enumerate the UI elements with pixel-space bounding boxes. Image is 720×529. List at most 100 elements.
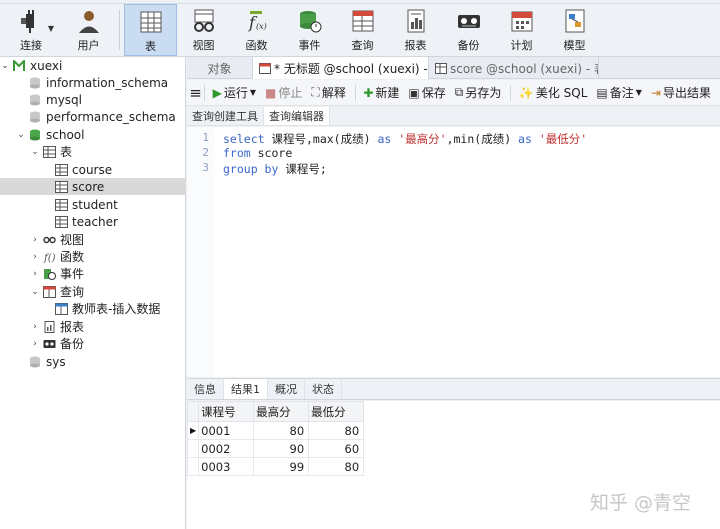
menu-icon[interactable]: ≡	[187, 84, 204, 102]
chevron-down-icon[interactable]: ⌄	[0, 61, 10, 71]
table-cell[interactable]: 80	[308, 457, 365, 476]
database-label: information_schema	[46, 75, 169, 90]
tab-objects[interactable]: 对象	[187, 57, 253, 79]
run-button[interactable]: ▶ 运行 ▼	[213, 84, 256, 101]
sql-text: 课程号,max(成绩)	[264, 132, 378, 146]
sql-editor[interactable]: 1 2 3 select 课程号,max(成绩) as '最高分',min(成绩…	[187, 127, 720, 377]
model-button[interactable]: 模型	[548, 4, 601, 56]
tree-db-mysql[interactable]: mysql	[0, 91, 186, 108]
chevron-right-icon[interactable]: ›	[30, 322, 40, 332]
report-button[interactable]: 报表	[389, 4, 442, 56]
tree-reports-folder[interactable]: › 报表	[0, 318, 186, 335]
tab-query-editor[interactable]: 查询编辑器	[264, 107, 330, 125]
tree-queries-folder[interactable]: ⌄ 查询	[0, 283, 186, 300]
table-row[interactable]: 0002 90 60	[186, 439, 365, 458]
chevron-right-icon[interactable]: ›	[30, 269, 40, 279]
tree-db-school[interactable]: ⌄ school	[0, 126, 186, 143]
tree-table-course[interactable]: course	[0, 161, 186, 178]
tree-db-information-schema[interactable]: information_schema	[0, 74, 186, 91]
table-button[interactable]: 表	[124, 4, 177, 56]
tab-untitled-query[interactable]: * 无标题 @school (xuexi) - 查...	[253, 57, 429, 79]
table-row[interactable]: ▶ 0001 80 80	[186, 421, 365, 440]
table-cell[interactable]: 80	[308, 421, 365, 440]
tab-result-1[interactable]: 结果1	[224, 379, 268, 399]
chevron-down-icon[interactable]: ⌄	[30, 147, 40, 157]
tab-status[interactable]: 状态	[305, 379, 342, 399]
tree-connection-xuexi[interactable]: ⌄ xuexi	[0, 57, 186, 74]
table-cell[interactable]: 0001	[198, 421, 255, 440]
table-row[interactable]: 0003 99 80	[186, 457, 365, 476]
chevron-down-icon[interactable]: ⌄	[30, 287, 40, 297]
chevron-right-icon[interactable]: ›	[30, 235, 40, 245]
table-cell[interactable]: 0003	[198, 457, 255, 476]
tree-tables-folder[interactable]: ⌄ 表	[0, 143, 186, 160]
wand-icon: ✨	[518, 85, 534, 100]
new-button[interactable]: ✚ 新建	[363, 84, 399, 101]
column-header[interactable]: 课程号	[198, 401, 255, 422]
column-header[interactable]: 最高分	[253, 401, 310, 422]
event-button[interactable]: 事件	[283, 4, 336, 56]
chevron-down-icon[interactable]: ▼	[48, 24, 54, 33]
tree-table-score[interactable]: score	[0, 178, 186, 195]
export-results-button[interactable]: ⇥ 导出结果	[651, 84, 711, 101]
function-label: 函数	[245, 39, 268, 52]
watermark-text: 知乎 @青空	[590, 492, 692, 514]
save-label: 保存	[421, 86, 446, 100]
table-icon	[55, 163, 68, 176]
query-icon	[43, 285, 56, 298]
chevron-right-icon[interactable]: ›	[30, 252, 40, 262]
save-button[interactable]: ▣ 保存	[408, 84, 445, 101]
tree-db-performance-schema[interactable]: performance_schema	[0, 108, 186, 125]
tab-score-table[interactable]: score @school (xuexi) - 表	[429, 57, 599, 79]
table-label: score	[72, 179, 105, 194]
sql-keyword: as	[518, 132, 532, 146]
stop-button[interactable]: ■ 停止	[265, 84, 302, 101]
query-button[interactable]: 查询	[336, 4, 389, 56]
table-icon	[55, 215, 68, 228]
connect-button[interactable]: 连接 ▼	[0, 4, 62, 56]
view-button[interactable]: 视图	[177, 4, 230, 56]
save-as-button[interactable]: ⧉ 另存为	[455, 84, 502, 101]
toolbar-divider	[204, 84, 205, 101]
backup-button[interactable]: 备份	[442, 4, 495, 56]
tree-functions-folder[interactable]: › f() 函数	[0, 248, 186, 265]
events-folder-label: 事件	[60, 267, 85, 281]
current-row-icon: ▶	[186, 421, 200, 440]
tree-backups-folder[interactable]: › 备份	[0, 335, 186, 352]
backup-label: 备份	[457, 39, 480, 52]
comment-button[interactable]: ▤ 备注 ▼	[596, 84, 642, 101]
toolbar-divider	[354, 84, 356, 101]
tree-query-item[interactable]: 教师表-插入数据	[0, 300, 186, 317]
chevron-down-icon[interactable]: ⌄	[16, 130, 26, 140]
sql-keyword: group by	[223, 162, 279, 176]
connection-label: xuexi	[30, 58, 63, 73]
tab-profile[interactable]: 概况	[268, 379, 305, 399]
table-cell[interactable]: 80	[253, 421, 310, 440]
line-number: 3	[202, 161, 209, 174]
tab-info[interactable]: 信息	[187, 379, 224, 399]
table-cell[interactable]: 90	[253, 439, 310, 458]
user-button[interactable]: 用户	[62, 4, 115, 56]
tree-db-sys[interactable]: sys	[0, 353, 186, 370]
tree-views-folder[interactable]: › 视图	[0, 231, 186, 248]
view-label: 视图	[192, 39, 215, 52]
tree-table-student[interactable]: student	[0, 196, 186, 213]
functions-folder-label: 函数	[60, 250, 85, 264]
model-label: 模型	[563, 39, 586, 52]
schedule-button[interactable]: 计划	[495, 4, 548, 56]
explain-button[interactable]: ⛶ 解释	[311, 84, 345, 101]
database-icon	[30, 111, 40, 122]
tree-events-folder[interactable]: › 事件	[0, 265, 186, 282]
views-folder-label: 视图	[60, 233, 85, 247]
chevron-right-icon[interactable]: ›	[30, 339, 40, 349]
backup-icon	[43, 339, 56, 348]
tree-table-teacher[interactable]: teacher	[0, 213, 186, 230]
table-cell[interactable]: 60	[308, 439, 365, 458]
beautify-sql-button[interactable]: ✨ 美化 SQL	[519, 84, 588, 101]
function-button[interactable]: f (x) 函数	[230, 4, 283, 56]
column-header[interactable]: 最低分	[308, 401, 365, 422]
explain-icon: ⛶	[311, 85, 320, 99]
tab-query-builder[interactable]: 查询创建工具	[187, 107, 264, 125]
table-cell[interactable]: 0002	[198, 439, 255, 458]
table-cell[interactable]: 99	[253, 457, 310, 476]
